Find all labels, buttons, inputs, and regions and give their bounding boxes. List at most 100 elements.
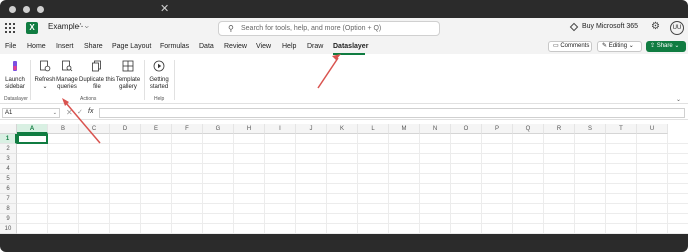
select-all-corner[interactable] — [0, 124, 17, 134]
grid-line — [605, 134, 606, 234]
tab-file[interactable]: File — [5, 43, 16, 50]
chevron-down-icon[interactable]: ⌄ — [53, 109, 57, 117]
app-window: ✕ X Example ⛬ ⌄ ⚲ Search for tools, help… — [0, 0, 688, 252]
comments-button[interactable]: ▭ Comments — [548, 41, 592, 52]
column-header-d[interactable]: D — [110, 124, 141, 134]
row-header-3[interactable]: 3 — [0, 154, 17, 164]
column-header-a[interactable]: A — [17, 124, 48, 134]
column-header-g[interactable]: G — [203, 124, 234, 134]
row-header-8[interactable]: 8 — [0, 204, 17, 214]
grid-line — [17, 153, 688, 154]
chevron-down-icon: ⌄ — [672, 43, 680, 49]
column-header-k[interactable]: K — [327, 124, 358, 134]
column-header-q[interactable]: Q — [513, 124, 544, 134]
spreadsheet-grid[interactable]: A B C D E F G H I J K L M N O P Q R S T U 1 2 3 4 5 6 7 8 9 10 — [0, 124, 688, 234]
tab-formulas[interactable]: Formulas — [160, 43, 189, 50]
grid-line — [450, 134, 451, 234]
zoom-window-dot[interactable] — [37, 6, 44, 13]
template-label-1: Template — [115, 77, 141, 83]
column-header-t[interactable]: T — [606, 124, 637, 134]
active-cell[interactable] — [17, 134, 48, 144]
close-window-dot[interactable] — [9, 6, 16, 13]
cancel-icon[interactable]: ✕ — [66, 108, 73, 117]
editing-mode-button[interactable]: ✎ Editing ⌄ — [597, 41, 642, 52]
column-header-s[interactable]: S — [575, 124, 606, 134]
column-header-n[interactable]: N — [420, 124, 451, 134]
column-header-e[interactable]: E — [141, 124, 172, 134]
ribbon-panel: Launch sidebar Dataslayer Refresh ⌄ Mana… — [0, 56, 688, 104]
search-box[interactable]: ⚲ Search for tools, help, and more (Opti… — [218, 21, 440, 36]
tab-draw[interactable]: Draw — [307, 43, 323, 50]
window-bottom-bar — [0, 234, 688, 252]
tab-share[interactable]: Share — [84, 43, 103, 50]
file-name[interactable]: Example — [48, 22, 79, 31]
comments-label: Comments — [560, 43, 590, 49]
tab-data[interactable]: Data — [199, 43, 214, 50]
grid-line — [636, 134, 637, 234]
grid-line — [326, 134, 327, 234]
row-header-7[interactable]: 7 — [0, 194, 17, 204]
row-header-4[interactable]: 4 — [0, 164, 17, 174]
column-header-i[interactable]: I — [265, 124, 296, 134]
row-header-5[interactable]: 5 — [0, 174, 17, 184]
dataslayer-logo-icon — [13, 61, 17, 71]
duplicate-icon — [92, 60, 101, 72]
manage-label-1: Manage — [56, 77, 78, 83]
tab-review[interactable]: Review — [224, 43, 247, 50]
column-header-f[interactable]: F — [172, 124, 203, 134]
formula-input[interactable] — [99, 108, 685, 118]
app-launcher-icon[interactable] — [5, 23, 15, 33]
row-header-6[interactable]: 6 — [0, 184, 17, 194]
column-header-l[interactable]: L — [358, 124, 389, 134]
launch-sidebar-button[interactable]: Launch sidebar — [3, 60, 27, 91]
getting-label-2: started — [149, 84, 169, 90]
row-header-2[interactable]: 2 — [0, 144, 17, 154]
grid-line — [17, 143, 688, 144]
play-circle-icon — [153, 60, 165, 72]
tab-page-layout[interactable]: Page Layout — [112, 43, 151, 50]
fullscreen-icon[interactable]: ✕ — [160, 4, 169, 15]
grid-line — [17, 193, 688, 194]
column-header-u[interactable]: U — [637, 124, 668, 134]
template-gallery-icon — [122, 60, 134, 72]
column-header-r[interactable]: R — [544, 124, 575, 134]
excel-logo-icon: X — [26, 22, 38, 34]
grid-line — [171, 134, 172, 234]
column-header-c[interactable]: C — [79, 124, 110, 134]
getting-started-button[interactable]: Getting started — [147, 60, 171, 91]
check-icon[interactable]: ✓ — [77, 108, 83, 116]
tab-help[interactable]: Help — [282, 43, 296, 50]
tab-home[interactable]: Home — [27, 43, 46, 50]
buy-ms365-link[interactable]: Buy Microsoft 365 — [582, 23, 638, 30]
grid-line — [264, 134, 265, 234]
template-gallery-button[interactable]: Template gallery — [115, 60, 141, 91]
column-header-m[interactable]: M — [389, 124, 420, 134]
column-header-b[interactable]: B — [48, 124, 79, 134]
fx-icon[interactable]: fx — [88, 108, 93, 115]
grid-line — [295, 134, 296, 234]
row-header-9[interactable]: 9 — [0, 214, 17, 224]
name-box[interactable]: A1 ⌄ — [2, 108, 60, 118]
duplicate-file-button[interactable]: Duplicate this file — [78, 60, 116, 91]
share-button[interactable]: ⇪ Share ⌄ — [646, 41, 686, 52]
row-header-10[interactable]: 10 — [0, 224, 17, 234]
avatar[interactable]: UU — [670, 21, 684, 35]
grid-line — [17, 173, 688, 174]
gear-icon[interactable]: ⚙ — [651, 21, 660, 32]
column-header-j[interactable]: J — [296, 124, 327, 134]
column-header-p[interactable]: P — [482, 124, 513, 134]
column-header-h[interactable]: H — [234, 124, 265, 134]
tab-dataslayer[interactable]: Dataslayer — [333, 43, 368, 50]
grid-line — [17, 203, 688, 204]
refresh-button[interactable]: Refresh ⌄ — [34, 60, 56, 91]
column-header-o[interactable]: O — [451, 124, 482, 134]
collapse-ribbon-icon[interactable]: ⌄ — [676, 96, 681, 103]
chevron-down-icon[interactable]: ⌄ — [34, 84, 56, 91]
minimize-window-dot[interactable] — [23, 6, 30, 13]
row-header-1[interactable]: 1 — [0, 134, 17, 144]
tab-view[interactable]: View — [256, 43, 271, 50]
file-status-icon[interactable]: ⛬ ⌄ — [78, 22, 89, 30]
tab-insert[interactable]: Insert — [56, 43, 74, 50]
mac-title-bar: ✕ — [0, 0, 688, 18]
manage-queries-button[interactable]: Manage queries — [56, 60, 78, 91]
